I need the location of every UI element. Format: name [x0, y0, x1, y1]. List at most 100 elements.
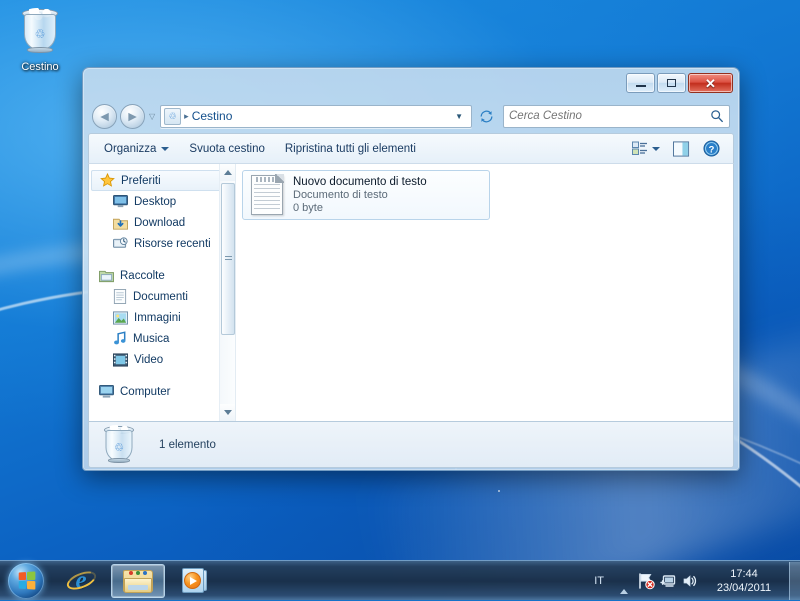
- help-button[interactable]: ?: [698, 137, 725, 160]
- media-player-icon: [181, 568, 209, 593]
- sidebar-item-immagini[interactable]: Immagini: [89, 307, 235, 328]
- address-bar[interactable]: ♲ ▸ Cestino ▼: [160, 104, 472, 128]
- sidebar-item-computer[interactable]: Computer: [89, 381, 235, 402]
- file-name: Nuovo documento di testo: [293, 176, 427, 188]
- search-input[interactable]: [509, 110, 710, 122]
- network-icon[interactable]: [657, 570, 679, 592]
- taskbar: e IT 17:44 23/04/2011: [0, 560, 800, 600]
- refresh-button[interactable]: [475, 105, 497, 128]
- taskbar-button-windows-media-player[interactable]: [168, 564, 222, 598]
- minimize-button[interactable]: [626, 73, 655, 93]
- chevron-up-icon: [620, 571, 628, 594]
- wallpaper-sparkle: [498, 490, 500, 492]
- file-metadata: Nuovo documento di testo Documento di te…: [293, 176, 427, 214]
- sidebar-label-preferiti: Preferiti: [121, 174, 161, 187]
- file-list-item[interactable]: Nuovo documento di testo Documento di te…: [242, 170, 490, 220]
- explorer-window[interactable]: ✕ ◄ ► ▽ ♲ ▸ Cestino ▼ Cerca Cestino Orga…: [82, 67, 740, 471]
- network-monitor-icon: [660, 574, 676, 587]
- sidebar-label-musica: Musica: [133, 332, 170, 345]
- sidebar-item-download[interactable]: Download: [89, 212, 235, 233]
- empty-bin-label: Svuota cestino: [189, 142, 265, 155]
- file-list-pane[interactable]: Nuovo documento di testo Documento di te…: [236, 164, 733, 421]
- navigation-pane[interactable]: Preferiti Desktop Download Risorse recen…: [89, 164, 236, 421]
- navigation-list: Preferiti Desktop Download Risorse recen…: [89, 164, 235, 402]
- video-icon: [113, 352, 128, 367]
- close-button[interactable]: ✕: [688, 73, 733, 93]
- documents-icon: [113, 289, 127, 304]
- toolbar-right-group: ?: [627, 137, 727, 160]
- desktop-icon-cestino[interactable]: ♲ Cestino: [8, 8, 72, 73]
- scrollbar-thumb[interactable]: [221, 183, 235, 335]
- back-arrow-icon: ◄: [97, 108, 112, 124]
- sidebar-item-raccolte[interactable]: Raccolte: [89, 265, 235, 286]
- close-icon: ✕: [705, 75, 716, 91]
- breadcrumb-cestino[interactable]: Cestino: [192, 109, 233, 123]
- recycle-bin-icon: ♲: [164, 107, 182, 125]
- language-indicator[interactable]: IT: [585, 575, 613, 587]
- scroll-up-button[interactable]: [220, 164, 235, 181]
- taskbar-button-internet-explorer[interactable]: e: [54, 564, 108, 598]
- desktop-icon-label: Cestino: [21, 61, 59, 73]
- help-icon: ?: [703, 140, 720, 157]
- forward-arrow-icon: ►: [125, 108, 140, 124]
- pictures-icon: [113, 310, 128, 325]
- sidebar-label-immagini: Immagini: [134, 311, 181, 324]
- window-title-bar[interactable]: ✕: [84, 69, 738, 100]
- action-center-icon[interactable]: [635, 570, 657, 592]
- sidebar-item-desktop[interactable]: Desktop: [89, 191, 235, 212]
- sidebar-label-documenti: Documenti: [133, 290, 188, 303]
- computer-icon: [99, 384, 114, 398]
- organize-button[interactable]: Organizza: [95, 139, 178, 159]
- recycle-bin-full-icon: ♲: [8, 8, 72, 54]
- view-options-button[interactable]: [627, 138, 665, 159]
- search-box[interactable]: [503, 104, 730, 128]
- sidebar-item-documenti[interactable]: Documenti: [89, 286, 235, 307]
- restore-all-label: Ripristina tutti gli elementi: [284, 142, 416, 155]
- search-icon: [711, 110, 723, 123]
- navigation-scrollbar[interactable]: [219, 164, 235, 421]
- sidebar-label-desktop: Desktop: [134, 195, 177, 208]
- folder-icon: [123, 568, 153, 593]
- sidebar-item-preferiti[interactable]: Preferiti: [91, 170, 231, 191]
- chevron-down-icon: [161, 146, 170, 151]
- back-button[interactable]: ◄: [92, 103, 117, 129]
- flag-alert-icon: [639, 572, 655, 589]
- view-options-icon: [632, 141, 647, 155]
- clock-date: 23/04/2011: [716, 581, 772, 594]
- internet-explorer-icon: e: [63, 567, 99, 594]
- download-icon: [113, 218, 128, 230]
- clock[interactable]: 17:44 23/04/2011: [701, 567, 787, 595]
- forward-button[interactable]: ►: [120, 103, 145, 129]
- start-orb-icon: [8, 562, 44, 599]
- status-recycle-bin-icon: ♲: [97, 424, 141, 465]
- file-type: Documento di testo: [293, 189, 388, 201]
- maximize-button[interactable]: [657, 73, 686, 93]
- view-chevron-down-icon: [652, 146, 660, 151]
- start-button[interactable]: [1, 562, 51, 600]
- empty-recycle-bin-button[interactable]: Svuota cestino: [180, 139, 273, 159]
- show-desktop-button[interactable]: [789, 561, 800, 600]
- breadcrumb-separator: ▸: [184, 110, 189, 121]
- clock-time: 17:44: [730, 567, 758, 580]
- taskbar-button-windows-explorer[interactable]: [111, 563, 165, 598]
- show-hidden-icons-button[interactable]: [613, 571, 635, 594]
- sidebar-item-risorse-recenti[interactable]: Risorse recenti: [89, 233, 235, 254]
- refresh-icon: [480, 110, 492, 122]
- volume-icon[interactable]: [679, 570, 701, 592]
- scroll-down-button[interactable]: [220, 404, 235, 421]
- music-icon: [114, 331, 126, 345]
- svg-text:?: ?: [709, 144, 715, 155]
- sidebar-group-spacer: [89, 370, 235, 381]
- sidebar-label-computer: Computer: [120, 385, 171, 398]
- preview-pane-button[interactable]: [668, 138, 695, 160]
- sidebar-item-video[interactable]: Video: [89, 349, 235, 370]
- history-dropdown-icon[interactable]: ▽: [149, 112, 155, 121]
- restore-all-items-button[interactable]: Ripristina tutti gli elementi: [276, 139, 425, 159]
- address-dropdown-icon[interactable]: ▼: [450, 112, 468, 121]
- address-row: ◄ ► ▽ ♲ ▸ Cestino ▼: [84, 100, 738, 132]
- sidebar-item-musica[interactable]: Musica: [89, 328, 235, 349]
- status-bar: ♲ 1 elemento: [88, 422, 734, 468]
- desktop-icon: [113, 194, 128, 207]
- sidebar-label-download: Download: [134, 216, 186, 229]
- sidebar-label-raccolte: Raccolte: [120, 269, 165, 282]
